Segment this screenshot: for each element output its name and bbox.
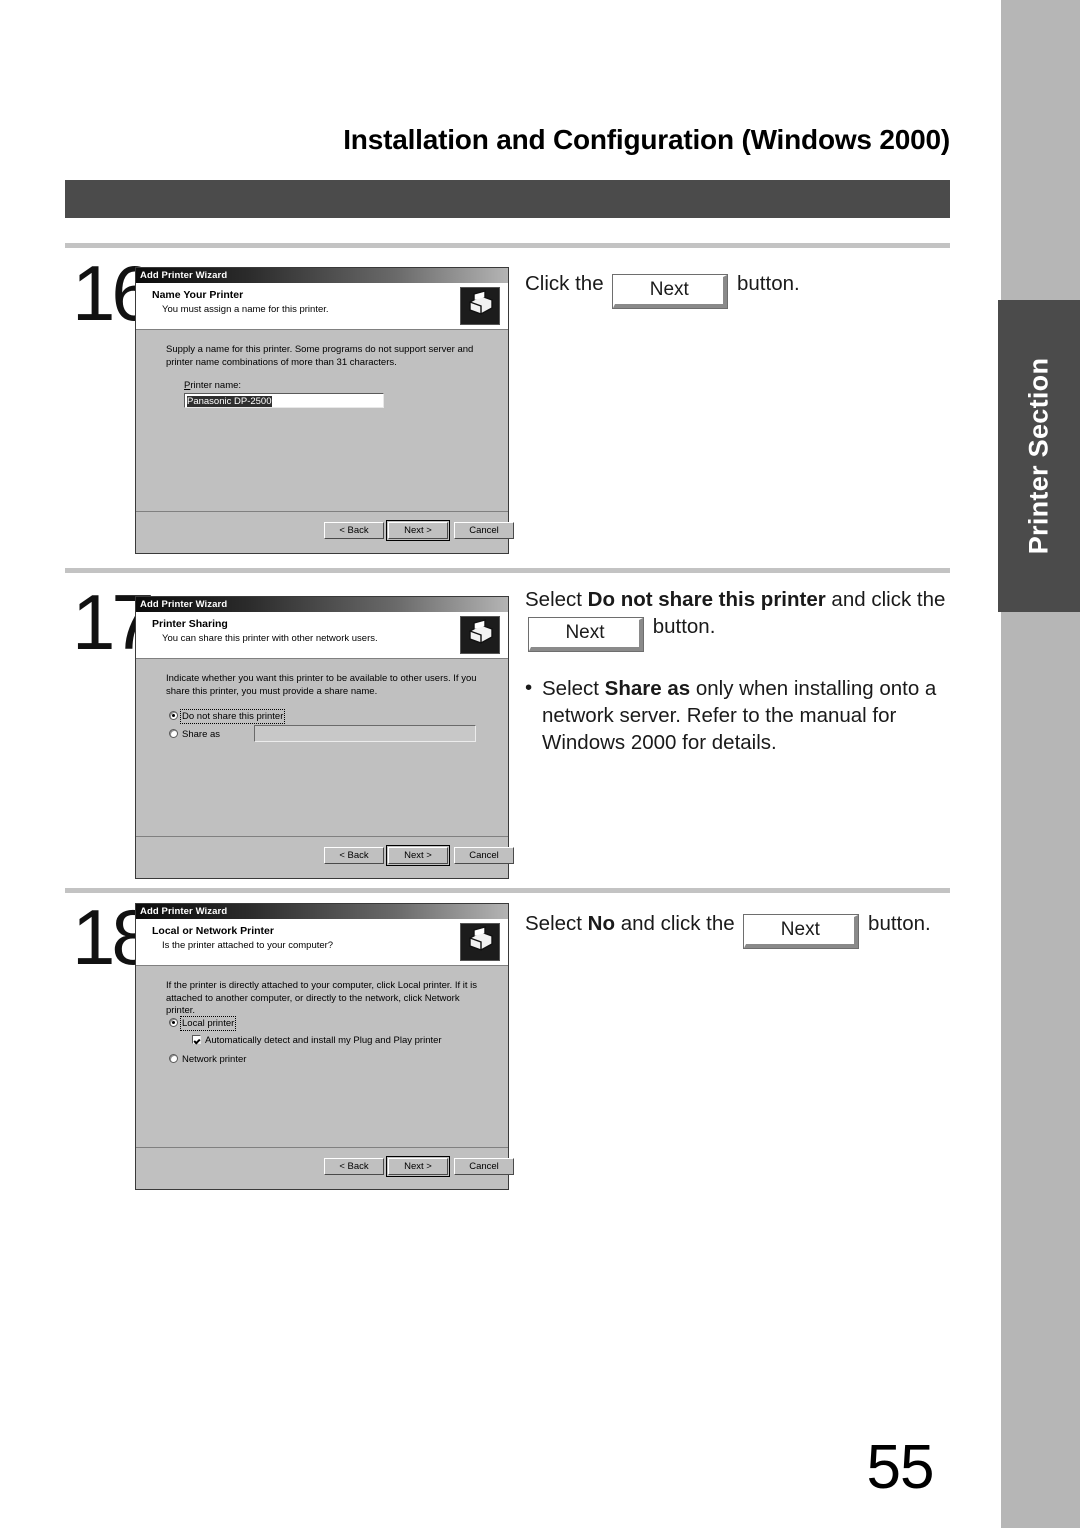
checkbox-autodetect[interactable]: Automatically detect and install my Plug… <box>192 1035 442 1046</box>
back-button[interactable]: < Back <box>324 522 384 539</box>
dialog-footer: < Back Next > Cancel <box>136 1147 514 1189</box>
instruction-bullet: • Select Share as only when installing on… <box>525 675 955 756</box>
dialog-banner-title: Local or Network Printer <box>152 925 274 937</box>
next-button[interactable]: Next > <box>386 520 450 541</box>
instruction-suffix-2: button. <box>647 615 716 639</box>
bullet-icon: • <box>525 675 533 699</box>
side-strip-edge <box>998 0 1001 1528</box>
radio-label: Share as <box>182 729 221 740</box>
dialog-body: Indicate whether you want this printer t… <box>136 659 508 850</box>
step-18-instructions: Select No and click the Next button. <box>525 910 955 948</box>
next-button-graphic: Next <box>529 618 643 651</box>
instruction-emphasis: Do not share this printer <box>587 588 826 611</box>
page-title: Installation and Configuration (Windows … <box>343 124 950 155</box>
instruction-prefix: Select <box>525 912 588 935</box>
radio-share-as[interactable]: Share as <box>169 729 220 740</box>
back-button[interactable]: < Back <box>324 1158 384 1175</box>
instruction-suffix: and click the <box>825 588 946 611</box>
step-divider <box>65 888 950 893</box>
dialog-footer: < Back Next > Cancel <box>136 836 514 878</box>
step-divider <box>65 243 950 248</box>
section-tab-label: Printer Section <box>1023 357 1054 555</box>
dialog-banner-subtitle: Is the printer attached to your computer… <box>162 940 334 951</box>
dialog-titlebar: Add Printer Wizard <box>136 597 508 612</box>
printer-name-label: Printer name: <box>184 380 242 391</box>
dialog-banner-title: Name Your Printer <box>152 289 244 301</box>
dialog-body: Supply a name for this printer. Some pro… <box>136 330 508 525</box>
dialog-banner-title: Printer Sharing <box>152 618 228 630</box>
dialog-titlebar: Add Printer Wizard <box>136 904 508 919</box>
header-bar <box>65 180 950 218</box>
radio-local-printer[interactable]: Local printer <box>169 1016 237 1031</box>
cancel-button[interactable]: Cancel <box>454 522 514 539</box>
next-button[interactable]: Next > <box>386 1156 450 1177</box>
radio-do-not-share[interactable]: Do not share this printer <box>169 709 286 724</box>
next-button-graphic: Next <box>744 915 859 948</box>
bullet-emphasis: Share as <box>604 676 691 700</box>
printer-name-input[interactable]: Panasonic DP-2500 <box>184 393 384 408</box>
instruction-line-2: Next button. <box>525 613 955 651</box>
step-divider <box>65 568 950 573</box>
radio-network-printer[interactable]: Network printer <box>169 1054 246 1065</box>
instruction-suffix: button. <box>731 272 800 295</box>
instruction-line: Click the Next button. <box>525 270 955 308</box>
radio-label: Network printer <box>182 1054 247 1065</box>
cancel-button[interactable]: Cancel <box>454 1158 514 1175</box>
section-tab-printer: Printer Section <box>998 300 1080 612</box>
dialog-printer-sharing: Add Printer Wizard Printer Sharing You c… <box>135 596 514 879</box>
dialog-local-or-network-printer: Add Printer Wizard Local or Network Prin… <box>135 903 514 1190</box>
back-button[interactable]: < Back <box>324 847 384 864</box>
instruction-line: Select No and click the Next button. <box>525 910 955 948</box>
dialog-body-text: Indicate whether you want this printer t… <box>166 673 477 697</box>
radio-label: Do not share this printer <box>179 709 286 724</box>
step-17-instructions: Select Do not share this printer and cli… <box>525 586 955 756</box>
dialog-banner: Name Your Printer You must assign a name… <box>136 283 508 330</box>
next-button-graphic: Next <box>613 275 728 308</box>
side-strip <box>998 0 1080 1528</box>
instruction-prefix: Select <box>525 588 588 611</box>
dialog-banner-subtitle: You can share this printer with other ne… <box>162 633 378 644</box>
printer-icon <box>460 616 500 654</box>
page-number: 55 <box>866 1433 935 1502</box>
radio-icon-selected <box>169 711 178 720</box>
dialog-banner: Printer Sharing You can share this print… <box>136 612 508 659</box>
radio-icon-selected <box>169 1018 178 1027</box>
dialog-body-text: Supply a name for this printer. Some pro… <box>166 344 474 368</box>
instruction-emphasis: No <box>587 912 615 935</box>
dialog-name-your-printer: Add Printer Wizard Name Your Printer You… <box>135 267 514 554</box>
dialog-footer: < Back Next > Cancel <box>136 511 514 553</box>
dialog-body: If the printer is directly attached to y… <box>136 966 508 1161</box>
checkbox-label: Automatically detect and install my Plug… <box>205 1035 442 1046</box>
bullet-prefix: Select <box>542 676 605 700</box>
dialog-banner: Local or Network Printer Is the printer … <box>136 919 508 966</box>
instruction-suffix: button. <box>862 912 931 935</box>
checkbox-icon-checked <box>192 1035 201 1044</box>
printer-name-value: Panasonic DP-2500 <box>187 396 272 407</box>
radio-icon-unselected <box>169 729 178 738</box>
instruction-line: Select Do not share this printer and cli… <box>525 586 955 613</box>
radio-label: Local printer <box>179 1016 237 1031</box>
dialog-body-text: If the printer is directly attached to y… <box>166 980 477 1017</box>
next-button[interactable]: Next > <box>386 845 450 866</box>
dialog-titlebar: Add Printer Wizard <box>136 268 508 283</box>
instruction-prefix: Click the <box>525 272 610 295</box>
printer-icon <box>460 287 500 325</box>
cancel-button[interactable]: Cancel <box>454 847 514 864</box>
radio-icon-unselected <box>169 1054 178 1063</box>
step-16-instructions: Click the Next button. <box>525 270 955 308</box>
share-name-input[interactable] <box>254 725 476 742</box>
dialog-banner-subtitle: You must assign a name for this printer. <box>162 304 329 315</box>
instruction-middle: and click the <box>615 912 741 935</box>
printer-icon <box>460 923 500 961</box>
manual-page: Printer Section Installation and Configu… <box>0 0 1080 1528</box>
